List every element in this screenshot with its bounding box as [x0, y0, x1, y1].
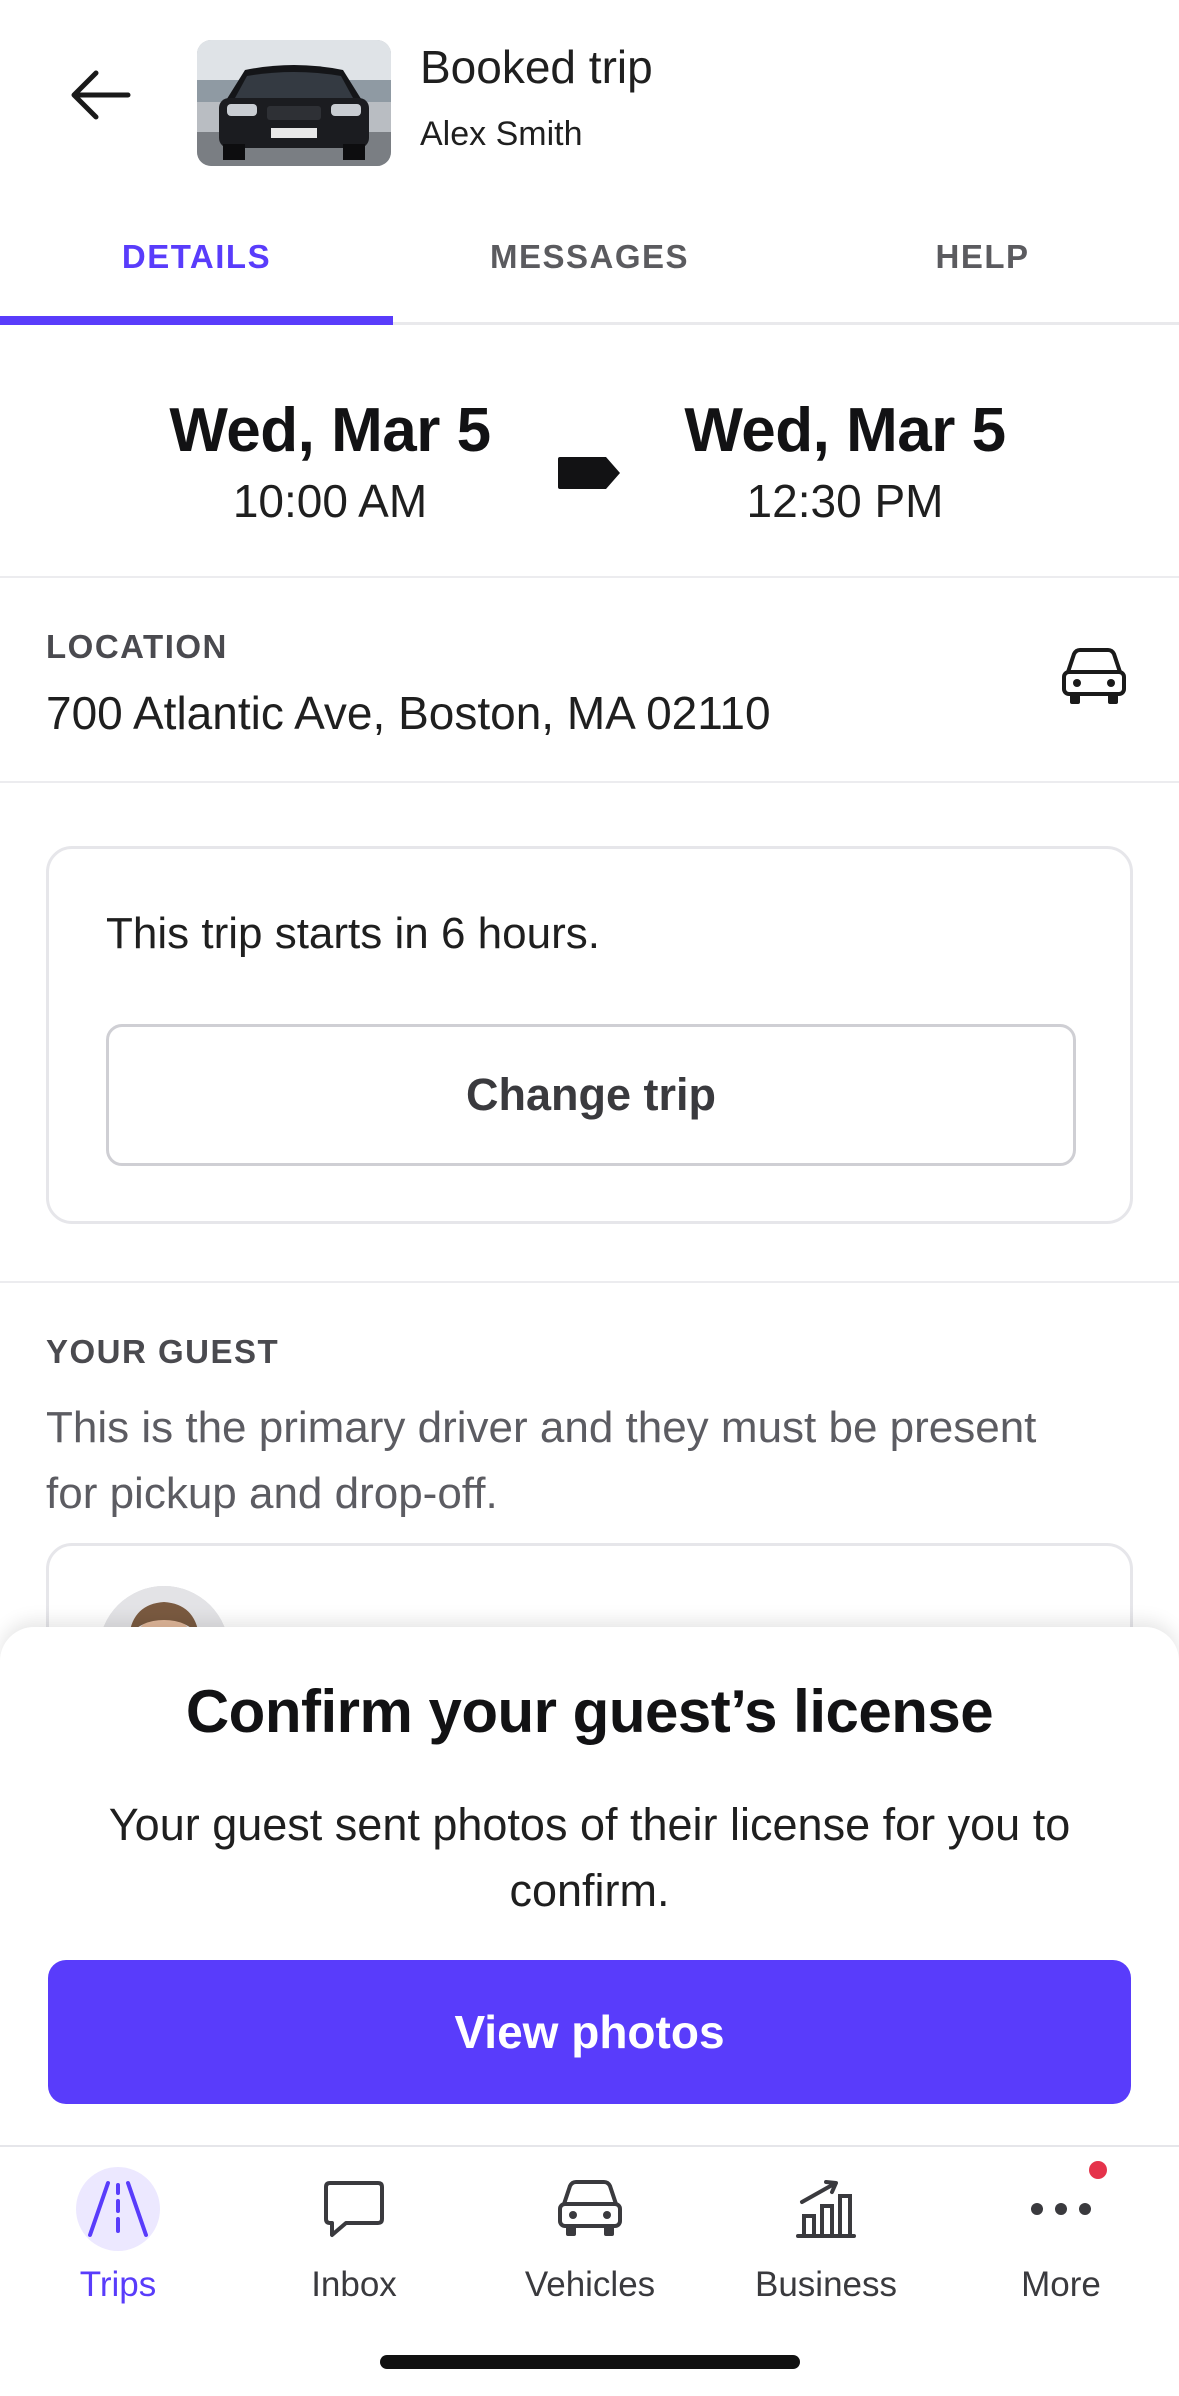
nav-trips-label: Trips [79, 2265, 157, 2304]
start-time: 10:00 AM [232, 475, 428, 527]
inbox-chat-icon [312, 2167, 396, 2251]
trip-start: Wed, Mar 5 10:00 AM [130, 395, 530, 528]
nav-trips[interactable]: Trips [0, 2147, 236, 2317]
trip-status-card: This trip starts in 6 hours. Change trip [46, 846, 1133, 1224]
tab-help[interactable]: HELP [786, 215, 1179, 322]
sheet-text: Your guest sent photos of their license … [108, 1799, 1071, 1916]
view-photos-button[interactable]: View photos [48, 1960, 1131, 2104]
nav-business-label: Business [754, 2265, 898, 2304]
nav-more-label: More [1021, 2265, 1101, 2304]
home-indicator[interactable] [380, 2355, 800, 2369]
page-title: Booked trip [420, 41, 653, 93]
chart-icon [784, 2167, 868, 2251]
location-section[interactable]: LOCATION 700 Atlantic Ave, Boston, MA 02… [0, 578, 1179, 783]
back-button[interactable] [55, 50, 145, 140]
nav-inbox-label: Inbox [311, 2265, 397, 2304]
nav-business[interactable]: Business [708, 2147, 944, 2317]
sheet-title: Confirm your guest’s license [185, 1678, 994, 1745]
nav-vehicles[interactable]: Vehicles [472, 2147, 708, 2317]
location-label: LOCATION [46, 628, 228, 665]
tab-messages[interactable]: MESSAGES [393, 215, 786, 322]
header: Booked trip Alex Smith [0, 0, 1179, 190]
tab-details[interactable]: DETAILS [0, 215, 393, 325]
tab-bar: DETAILS MESSAGES HELP [0, 215, 1179, 325]
guest-description: This is the primary driver and they must… [46, 1403, 1037, 1518]
notification-badge [1089, 2161, 1107, 2179]
end-time: 12:30 PM [746, 475, 944, 527]
divider [0, 1281, 1179, 1283]
nav-vehicles-label: Vehicles [524, 2265, 656, 2304]
nav-more[interactable]: More [943, 2147, 1179, 2317]
trip-start-notice: This trip starts in 6 hours. [106, 909, 600, 958]
start-day: Wed, Mar 5 [169, 396, 491, 465]
back-arrow-icon [71, 70, 131, 120]
license-confirm-sheet: Confirm your guest’s license Your guest … [0, 1627, 1179, 2147]
vehicle-thumbnail[interactable] [197, 40, 391, 166]
location-address: 700 Atlantic Ave, Boston, MA 02110 [46, 687, 771, 739]
trips-road-icon [76, 2167, 160, 2251]
trip-dates: Wed, Mar 5 10:00 AM Wed, Mar 5 12:30 PM [0, 325, 1179, 578]
arrow-right-icon [558, 457, 620, 489]
more-dots-icon [1019, 2167, 1103, 2251]
guest-label: YOUR GUEST [46, 1333, 280, 1370]
nav-inbox[interactable]: Inbox [236, 2147, 472, 2317]
end-day: Wed, Mar 5 [684, 396, 1006, 465]
car-icon [548, 2167, 632, 2251]
change-trip-button[interactable]: Change trip [106, 1024, 1076, 1166]
trip-end: Wed, Mar 5 12:30 PM [645, 395, 1045, 528]
car-icon [1062, 648, 1126, 704]
host-name: Alex Smith [420, 115, 583, 153]
